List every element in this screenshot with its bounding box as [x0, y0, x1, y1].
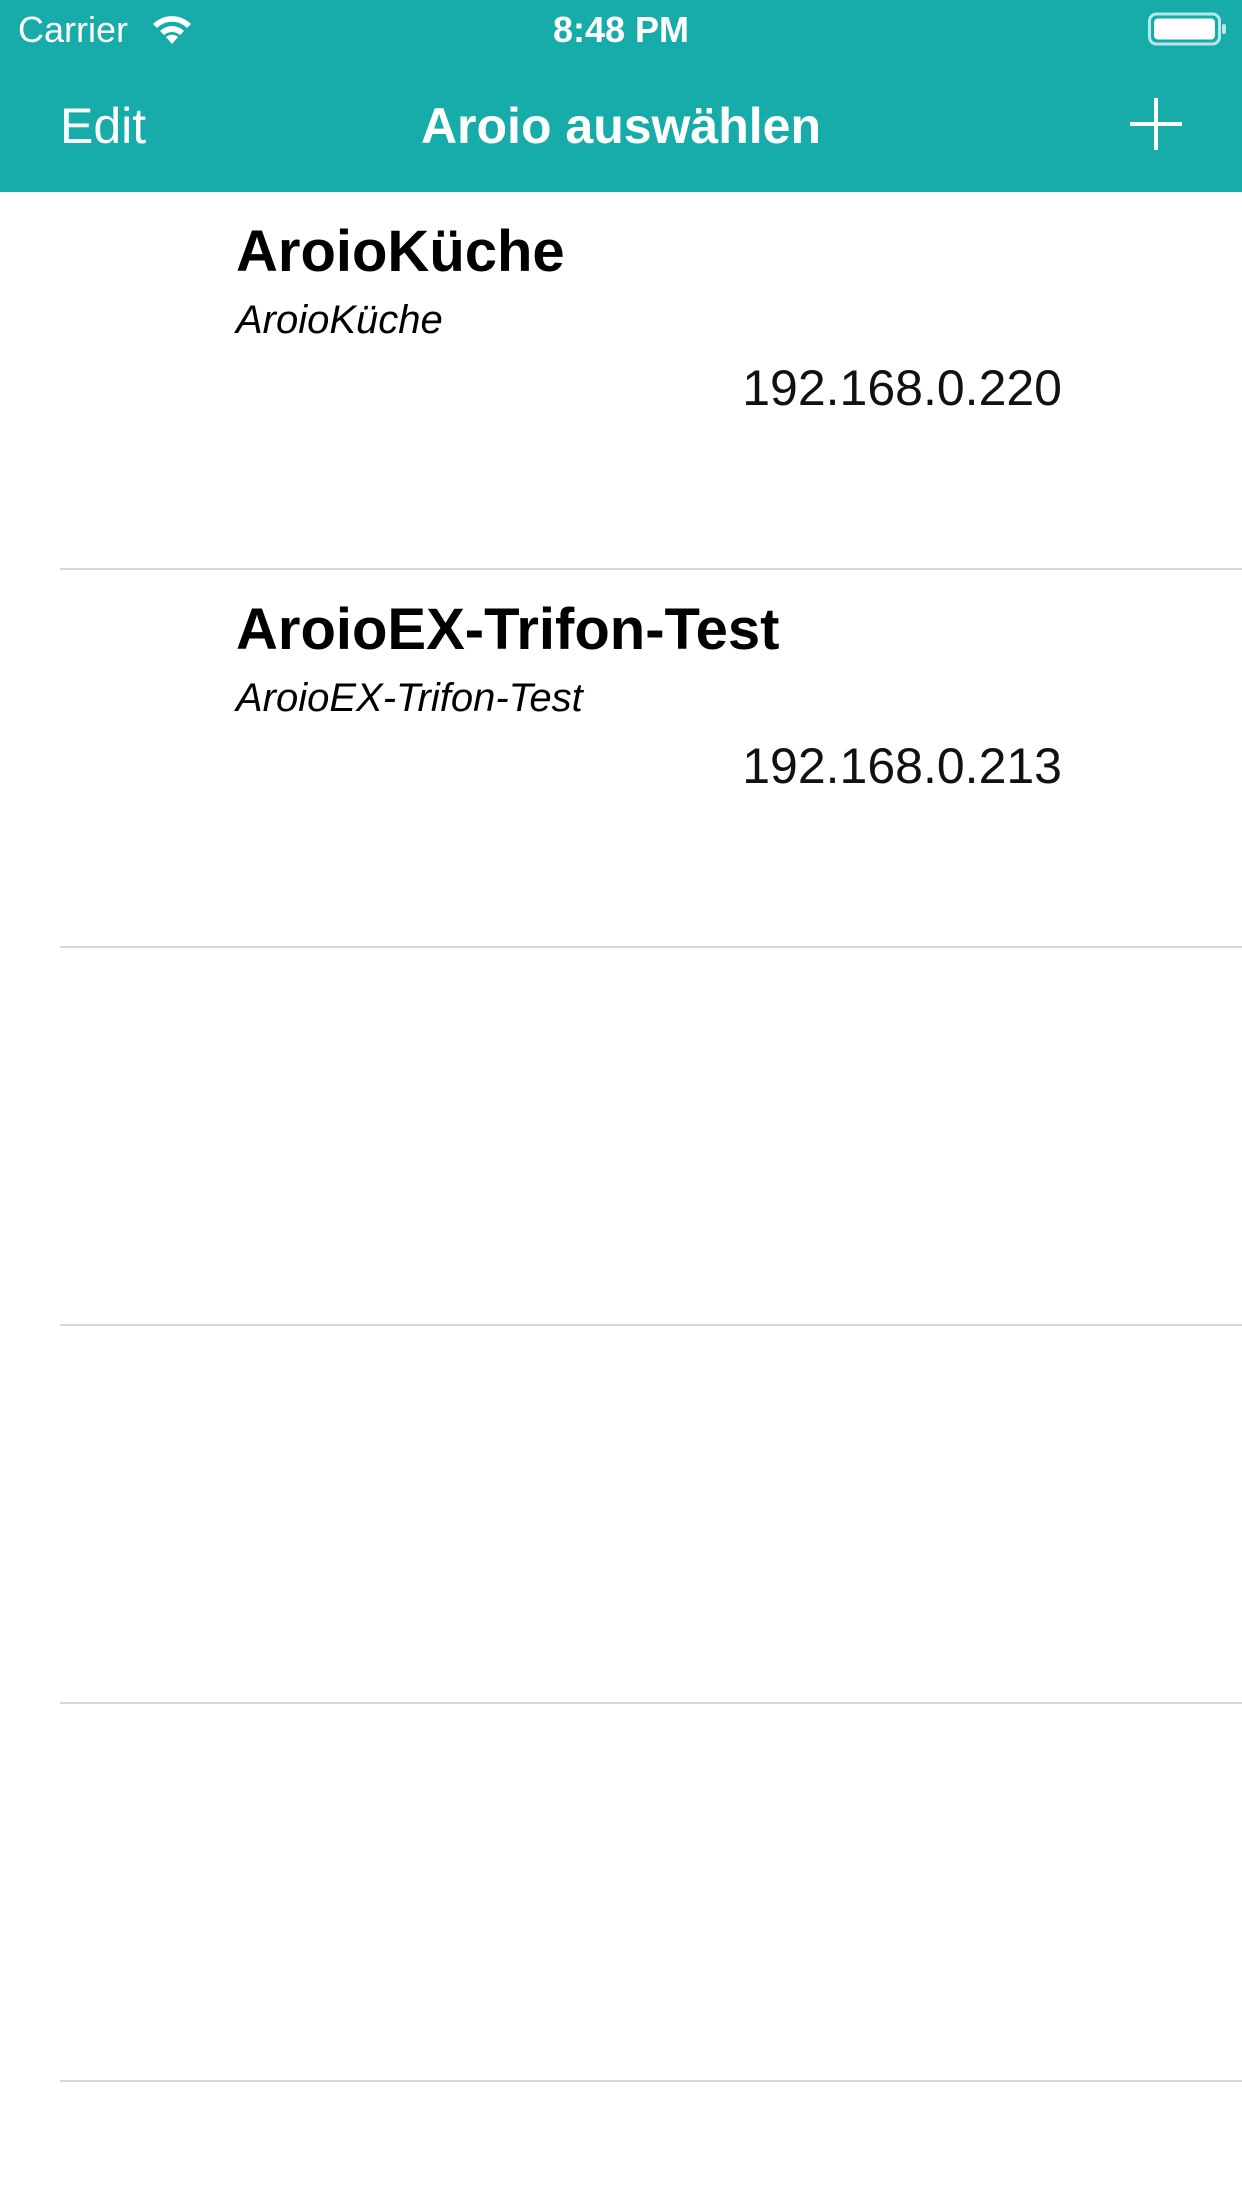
- device-subtitle: AroioEX-Trifon-Test: [236, 676, 583, 720]
- page-title: Aroio auswählen: [420, 98, 822, 154]
- row-divider: [60, 2080, 1242, 2082]
- plus-icon[interactable]: [1128, 96, 1184, 152]
- device-row[interactable]: AroioEX-Trifon-Test AroioEX-Trifon-Test …: [0, 570, 1242, 948]
- device-ip: 192.168.0.213: [742, 738, 1062, 794]
- device-name: AroioKüche: [236, 219, 565, 284]
- device-row[interactable]: AroioKüche AroioKüche 192.168.0.220: [0, 192, 1242, 570]
- device-list: AroioKüche AroioKüche 192.168.0.220 Aroi…: [0, 192, 1242, 2082]
- device-ip: 192.168.0.220: [742, 360, 1062, 416]
- battery-icon: [1148, 12, 1226, 46]
- header: Carrier 8:48 PM Edit Aroio auswählen: [0, 0, 1242, 192]
- empty-row: [0, 1326, 1242, 1704]
- status-bar: Carrier 8:48 PM: [0, 0, 1242, 60]
- empty-row: [0, 948, 1242, 1326]
- clock: 8:48 PM: [552, 9, 690, 50]
- navigation-bar: Edit Aroio auswählen: [0, 60, 1242, 192]
- empty-row: [0, 1704, 1242, 2082]
- device-subtitle: AroioKüche: [236, 298, 443, 342]
- device-name: AroioEX-Trifon-Test: [236, 597, 780, 662]
